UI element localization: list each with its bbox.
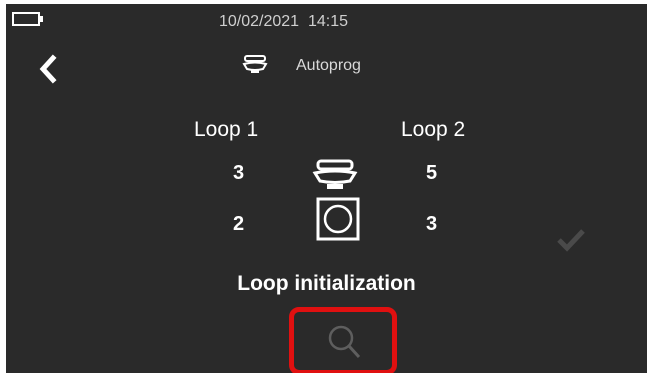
search-button[interactable]: [289, 307, 397, 373]
chevron-left-icon: [39, 54, 57, 84]
loop2-header: Loop 2: [401, 118, 466, 141]
detector-icon: [310, 158, 360, 194]
battery-icon: [12, 12, 40, 26]
module-icon: [316, 197, 360, 241]
page-title: Autoprog: [296, 57, 361, 74]
detector-icon: [242, 54, 268, 78]
loop2-module-count: 3: [426, 213, 438, 235]
confirm-button[interactable]: [554, 226, 588, 254]
checkmark-icon: [557, 229, 585, 252]
status-text: Loop initialization: [237, 272, 416, 295]
back-button[interactable]: [36, 53, 58, 85]
search-icon: [328, 325, 361, 359]
datetime: 10/02/2021 14:15: [219, 13, 349, 30]
loop1-detector-count: 3: [233, 162, 245, 184]
loop2-detector-count: 5: [426, 162, 438, 184]
loop1-header: Loop 1: [194, 118, 259, 141]
device-screen: 10/02/2021 14:15 Autoprog Loop 1 Loop 2 …: [6, 4, 647, 373]
loop1-module-count: 2: [233, 213, 245, 235]
battery-tip: [40, 16, 43, 22]
